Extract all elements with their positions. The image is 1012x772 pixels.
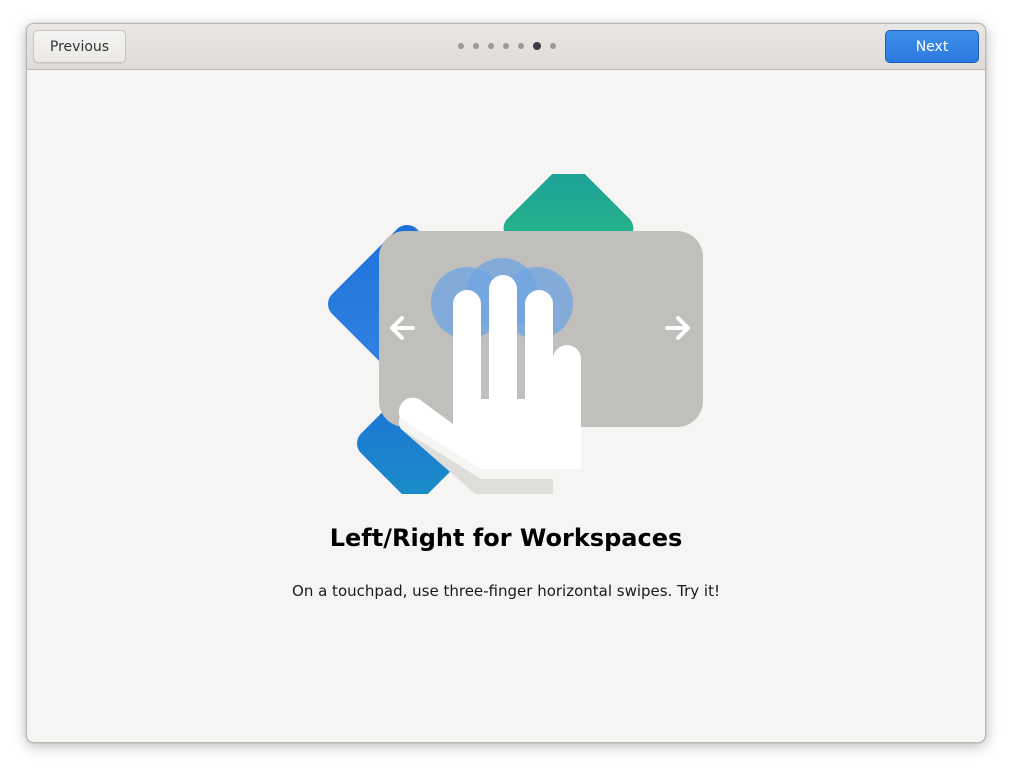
page-title: Left/Right for Workspaces — [329, 524, 683, 552]
touchpad-swipe-illustration — [327, 174, 703, 494]
page-dot-6-current[interactable] — [533, 42, 541, 50]
previous-button[interactable]: Previous — [33, 30, 126, 63]
page-dot-3[interactable] — [488, 43, 494, 49]
page-dot-5[interactable] — [518, 43, 524, 49]
header-bar: Previous Next — [27, 24, 985, 70]
page-dot-1[interactable] — [458, 43, 464, 49]
page-dot-7[interactable] — [550, 43, 556, 49]
page-dot-2[interactable] — [473, 43, 479, 49]
next-button[interactable]: Next — [885, 30, 979, 63]
page-indicator — [458, 42, 556, 50]
page-description: On a touchpad, use three-finger horizont… — [292, 582, 720, 600]
welcome-tour-window: Previous Next Left/Right for Workspaces … — [26, 23, 986, 743]
page-dot-4[interactable] — [503, 43, 509, 49]
